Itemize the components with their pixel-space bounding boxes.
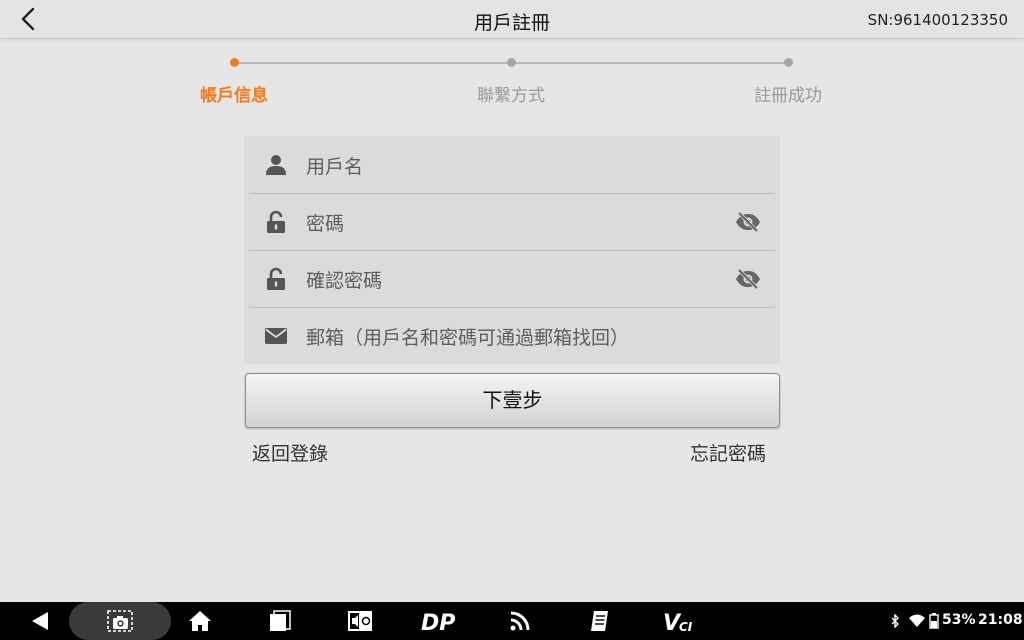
title-bar: 用戶註冊 SN:961400123350 [0,0,1024,39]
nav-back-button[interactable] [20,602,60,640]
svg-text:CI: CI [679,620,693,634]
battery-percentage: 53% [942,612,976,628]
password-field[interactable]: 密碼 [249,193,775,251]
next-step-button[interactable]: 下壹步 [245,373,780,428]
wireless-icon [510,611,530,631]
back-to-login-link[interactable]: 返回登錄 [252,439,328,466]
email-field[interactable]: 郵箱（用戶名和密碼可通過郵箱找回） [249,307,775,364]
eye-slash-icon[interactable] [735,211,761,233]
recent-apps-icon [270,610,291,631]
notes-icon [591,611,608,631]
username-field[interactable]: 用戶名 [249,136,775,194]
confirm-password-field[interactable]: 確認密碼 [249,250,775,308]
step-dot-success [783,57,793,67]
registration-form: 用戶名 密碼 確認密碼 郵箱（用戶名和密碼可通過郵箱找回） [244,136,780,364]
step-dot-contact [506,57,516,67]
serial-number: SN:961400123350 [867,11,1008,29]
wifi-icon [909,614,925,627]
dp-button[interactable]: DP [418,602,462,640]
username-placeholder: 用戶名 [306,156,364,178]
bluetooth-icon [891,614,899,628]
step-label-success: 註冊成功 [754,86,822,106]
back-triangle-icon [32,612,48,630]
confirm-password-placeholder: 確認密碼 [306,270,383,292]
step-label-account: 帳戶信息 [200,86,268,106]
envelope-icon [265,328,287,344]
eye-slash-icon[interactable] [735,268,761,290]
step-dot-account [229,57,239,67]
vci-icon: V CI [663,611,693,634]
system-navbar: DP V CI 53% 21:08 [0,602,1024,640]
step-label-contact: 聯繫方式 [477,86,545,106]
user-icon [266,155,286,175]
lock-icon [267,267,285,290]
media-icon [348,611,372,631]
media-button[interactable] [343,602,377,640]
password-placeholder: 密碼 [306,213,345,235]
home-icon [189,611,211,631]
lock-icon [267,210,285,233]
battery-icon [929,613,939,629]
recent-apps-button[interactable] [265,602,295,640]
email-placeholder: 郵箱（用戶名和密碼可通過郵箱找回） [306,327,630,349]
screenshot-icon [107,610,133,632]
home-button[interactable] [185,602,215,640]
svg-text:DP: DP [421,611,455,633]
vci-wireless-button[interactable] [505,602,535,640]
forgot-password-link[interactable]: 忘記密碼 [690,439,766,466]
vci-button[interactable]: V CI [660,602,702,640]
dp-icon: DP [421,611,455,633]
notes-button[interactable] [585,602,615,640]
clock: 21:08 [978,612,1023,628]
screenshot-button[interactable] [69,602,171,640]
